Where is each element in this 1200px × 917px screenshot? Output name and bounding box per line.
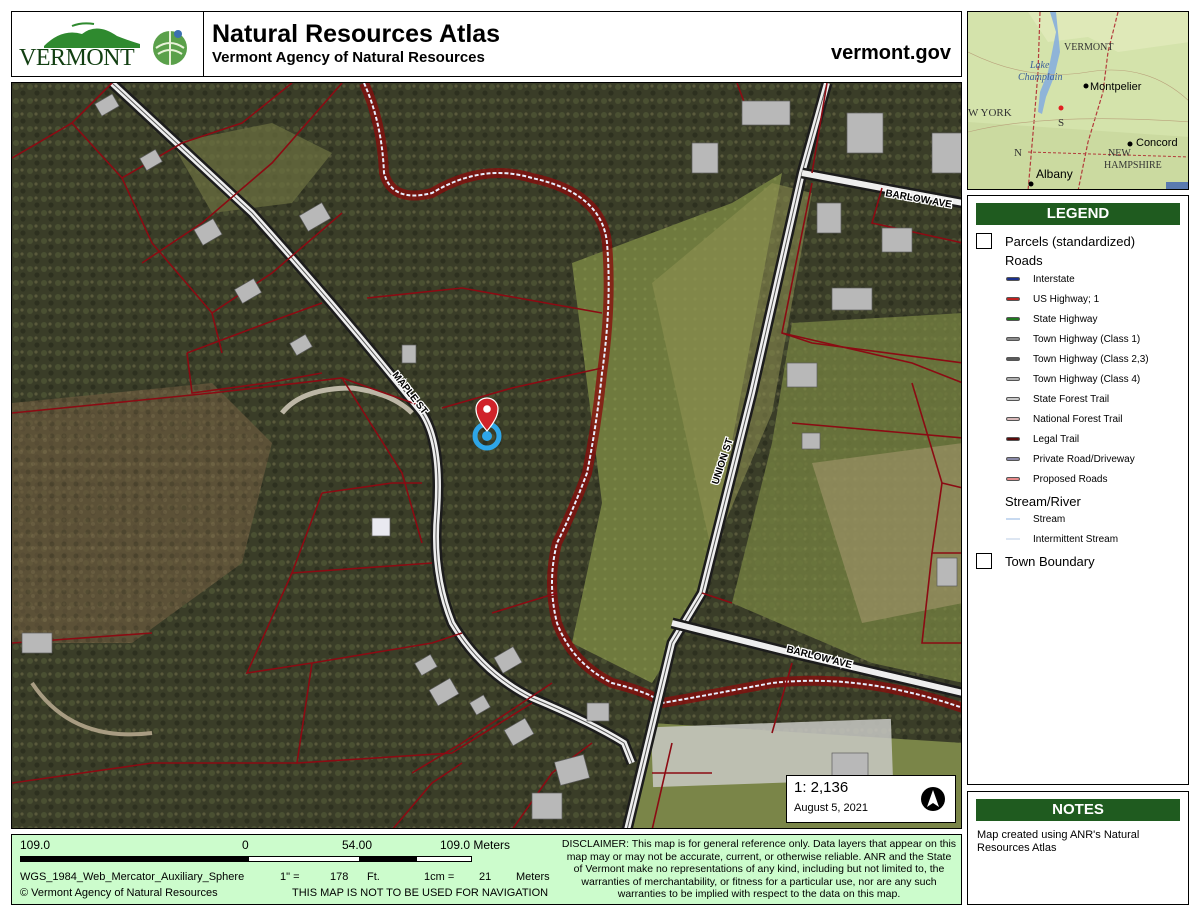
road-symbol-icon bbox=[976, 314, 1020, 324]
cm-scale-value: 21 bbox=[479, 871, 492, 883]
scale-bar-left-label: 109.0 bbox=[20, 838, 51, 852]
notes-panel: NOTES Map created using ANR's Natural Re… bbox=[967, 791, 1189, 905]
notes-text: Map created using ANR's Natural Resource… bbox=[977, 829, 1140, 854]
road-symbol-icon bbox=[976, 454, 1020, 464]
inset-label-lake: Lake bbox=[1029, 60, 1050, 71]
page-subtitle: Vermont Agency of Natural Resources bbox=[212, 49, 485, 66]
page-title: Natural Resources Atlas bbox=[212, 20, 501, 48]
road-symbol-icon bbox=[976, 274, 1020, 284]
legend-road-label: Town Highway (Class 4) bbox=[1033, 374, 1141, 385]
legend-road-label: Private Road/Driveway bbox=[1033, 454, 1135, 465]
inset-label-albany: Albany bbox=[1036, 167, 1073, 181]
legend-roads-heading: Roads bbox=[1005, 253, 1043, 268]
notes-title: NOTES bbox=[976, 799, 1180, 821]
legend-road-label: Town Highway (Class 1) bbox=[1033, 334, 1141, 345]
legend-stream-heading: Stream/River bbox=[1005, 494, 1081, 509]
town-boundary-swatch bbox=[976, 553, 992, 569]
stream-symbol-icon bbox=[976, 534, 1020, 544]
legend-panel: LEGEND Parcels (standardized) Roads Inte… bbox=[967, 195, 1189, 785]
legend-road-label: Legal Trail bbox=[1033, 434, 1080, 445]
inset-label-champlain: Champlain bbox=[1018, 72, 1062, 83]
road-symbol-icon bbox=[976, 434, 1020, 444]
legend-road-label: State Forest Trail bbox=[1033, 394, 1110, 405]
legend-road-label: Proposed Roads bbox=[1033, 474, 1108, 485]
legend-road-label: Interstate bbox=[1033, 274, 1075, 285]
road-symbol-icon bbox=[976, 294, 1020, 304]
map-scale-box: 1: 2,136 August 5, 2021 bbox=[786, 775, 956, 823]
legend-parcels: Parcels (standardized) bbox=[1005, 234, 1136, 249]
inset-label-new-york: W YORK bbox=[968, 107, 1012, 119]
inset-label-concord: Concord bbox=[1136, 137, 1178, 149]
legend-stream-label: Intermittent Stream bbox=[1033, 534, 1119, 545]
north-arrow-icon bbox=[921, 787, 945, 811]
navigation-warning: THIS MAP IS NOT TO BE USED FOR NAVIGATIO… bbox=[292, 887, 549, 899]
logo-area: VERMONT bbox=[12, 12, 204, 76]
road-symbol-icon bbox=[976, 394, 1020, 404]
road-symbol-icon bbox=[976, 414, 1020, 424]
scale-bar-right-label: 109.0 Meters bbox=[440, 838, 511, 852]
map-header: VERMONT Natural Resources Atlas Vermont … bbox=[11, 11, 962, 77]
anr-globe-logo-icon bbox=[153, 30, 187, 65]
inch-scale-label: 1" = bbox=[280, 871, 300, 883]
inset-locator-map: VERMONT Lake Champlain Montpelier W YORK… bbox=[967, 11, 1189, 190]
legend-road-label: US Highway; 1 bbox=[1033, 294, 1100, 305]
stream-symbol-icon bbox=[976, 514, 1020, 524]
inset-label-hampshire: HAMPSHIRE bbox=[1104, 160, 1162, 171]
inset-label-new: NEW bbox=[1108, 148, 1131, 159]
copyright-text: © Vermont Agency of Natural Resources bbox=[20, 887, 218, 899]
inset-label-s: S bbox=[1058, 117, 1064, 129]
inset-label-vermont: VERMONT bbox=[1064, 42, 1113, 53]
legend-road-label: Town Highway (Class 2,3) bbox=[1033, 354, 1149, 365]
legend-stream-label: Stream bbox=[1033, 514, 1066, 525]
legend-title: LEGEND bbox=[976, 203, 1180, 225]
disclaimer-text: DISCLAIMER: This map is for general refe… bbox=[561, 838, 957, 900]
parcels-swatch bbox=[976, 233, 992, 249]
road-symbol-icon bbox=[976, 354, 1020, 364]
inch-scale-value: 178 bbox=[330, 871, 349, 883]
inch-scale-unit: Ft. bbox=[367, 871, 380, 883]
site-link[interactable]: vermont.gov bbox=[831, 42, 951, 65]
vermont-logo-text: VERMONT bbox=[19, 45, 135, 71]
map-canvas[interactable]: MAPLE ST UNION ST BARLOW AVE BARLOW AVE bbox=[11, 82, 962, 829]
scale-bar-mid-label: 54.00 bbox=[342, 838, 373, 852]
cm-scale-unit: Meters bbox=[516, 871, 550, 883]
legend-road-label: State Highway bbox=[1033, 314, 1098, 325]
legend-road-label: National Forest Trail bbox=[1033, 414, 1123, 425]
road-symbol-icon bbox=[976, 474, 1020, 484]
legend-town-boundary: Town Boundary bbox=[1005, 554, 1095, 569]
projection-text: WGS_1984_Web_Mercator_Auxiliary_Sphere bbox=[20, 871, 245, 883]
cm-scale-label: 1cm = bbox=[424, 871, 455, 883]
road-symbol-icon bbox=[976, 374, 1020, 384]
inset-label-n: N bbox=[1014, 147, 1022, 159]
map-footer: 109.0 0 54.00 109.0 Meters WGS_1984_Web_… bbox=[11, 834, 962, 905]
road-symbol-icon bbox=[976, 334, 1020, 344]
scale-ratio: 1: 2,136 bbox=[794, 779, 849, 796]
aerial-map[interactable]: MAPLE ST UNION ST BARLOW AVE BARLOW AVE bbox=[12, 83, 962, 829]
inset-label-montpelier: Montpelier bbox=[1090, 81, 1142, 93]
scale-bar-zero-label: 0 bbox=[242, 838, 249, 852]
map-date: August 5, 2021 bbox=[794, 802, 869, 814]
